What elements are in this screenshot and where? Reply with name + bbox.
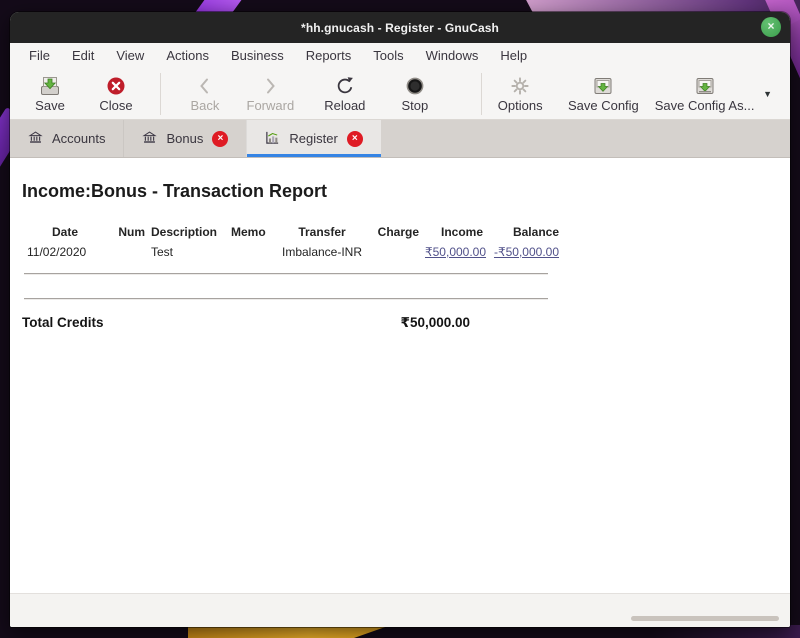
menu-tools[interactable]: Tools xyxy=(362,45,414,66)
close-report-button[interactable]: Close xyxy=(88,75,144,113)
save-button[interactable]: Save xyxy=(22,75,78,113)
tab-accounts-label: Accounts xyxy=(52,131,105,146)
menu-edit[interactable]: Edit xyxy=(61,45,105,66)
toolbar: Save Close Back xyxy=(10,68,790,120)
reload-label: Reload xyxy=(324,98,365,113)
toolbar-overflow-arrow-icon[interactable]: ▼ xyxy=(757,89,778,99)
back-icon xyxy=(194,75,216,97)
options-label: Options xyxy=(498,98,543,113)
cell-transfer: Imbalance-INR xyxy=(274,241,370,261)
toolbar-separator xyxy=(160,73,161,115)
tab-bonus[interactable]: Bonus × xyxy=(123,120,246,157)
options-button[interactable]: Options xyxy=(492,75,549,113)
menu-help[interactable]: Help xyxy=(489,45,538,66)
save-config-as-label: Save Config As... xyxy=(655,98,755,113)
income-amount-link[interactable]: ₹50,000.00 xyxy=(425,245,486,259)
tab-register-label: Register xyxy=(289,131,337,146)
tab-bonus-close-button[interactable]: × xyxy=(212,131,228,147)
forward-icon xyxy=(259,75,281,97)
save-config-button[interactable]: Save Config xyxy=(561,75,646,113)
col-transfer: Transfer xyxy=(274,223,370,241)
tab-bar: Accounts Bonus × xyxy=(10,120,790,158)
col-balance: Balance xyxy=(486,223,562,241)
table-row: 11/02/2020 Test Imbalance-INR ₹50,000.00… xyxy=(24,241,562,261)
menu-reports[interactable]: Reports xyxy=(295,45,363,66)
menubar: File Edit View Actions Business Reports … xyxy=(10,43,790,68)
chart-icon xyxy=(265,130,280,148)
report-title: Income:Bonus - Transaction Report xyxy=(22,181,790,202)
close-icon xyxy=(105,75,127,97)
transaction-table: Date Num Description Memo Transfer Charg… xyxy=(24,223,562,261)
table-header-row: Date Num Description Memo Transfer Charg… xyxy=(24,223,562,241)
menu-actions[interactable]: Actions xyxy=(155,45,220,66)
cell-num xyxy=(106,241,148,261)
close-label: Close xyxy=(99,98,132,113)
col-description: Description xyxy=(148,223,228,241)
bank-icon xyxy=(28,130,43,148)
save-label: Save xyxy=(35,98,65,113)
horizontal-scrollbar-thumb[interactable] xyxy=(631,616,779,621)
report-view: Income:Bonus - Transaction Report Date N… xyxy=(10,158,790,593)
save-config-label: Save Config xyxy=(568,98,639,113)
tab-bonus-label: Bonus xyxy=(166,131,203,146)
cell-charge xyxy=(370,241,422,261)
forward-button[interactable]: Forward xyxy=(242,75,299,113)
tab-register[interactable]: Register × xyxy=(246,120,380,157)
gear-icon xyxy=(510,75,530,97)
menu-windows[interactable]: Windows xyxy=(415,45,490,66)
menu-business[interactable]: Business xyxy=(220,45,295,66)
balance-amount-link[interactable]: -₹50,000.00 xyxy=(494,245,559,259)
save-config-as-button[interactable]: Save Config As... xyxy=(652,75,757,113)
back-button[interactable]: Back xyxy=(177,75,233,113)
save-config-icon xyxy=(592,75,614,97)
cell-memo xyxy=(228,241,274,261)
bank-icon xyxy=(142,130,157,148)
save-icon xyxy=(39,75,61,97)
col-date: Date xyxy=(24,223,106,241)
titlebar[interactable]: *hh.gnucash - Register - GnuCash × xyxy=(10,12,790,43)
col-charge: Charge xyxy=(370,223,422,241)
window-close-button[interactable]: × xyxy=(761,17,781,37)
reload-icon xyxy=(334,75,356,97)
toolbar-separator xyxy=(481,73,482,115)
bottom-scrollbar-area xyxy=(10,593,790,627)
stop-icon xyxy=(404,75,426,97)
wallpaper-shape xyxy=(188,626,388,638)
cell-description: Test xyxy=(148,241,228,261)
total-credits-value: ₹50,000.00 xyxy=(401,315,470,331)
tab-register-close-button[interactable]: × xyxy=(347,131,363,147)
window-title: *hh.gnucash - Register - GnuCash xyxy=(301,21,499,35)
forward-label: Forward xyxy=(247,98,295,113)
back-label: Back xyxy=(190,98,219,113)
cell-date: 11/02/2020 xyxy=(24,241,106,261)
table-divider xyxy=(24,273,548,275)
reload-button[interactable]: Reload xyxy=(317,75,373,113)
col-income: Income xyxy=(422,223,486,241)
stop-label: Stop xyxy=(401,98,428,113)
tab-accounts[interactable]: Accounts xyxy=(10,120,123,157)
col-memo: Memo xyxy=(228,223,274,241)
menu-view[interactable]: View xyxy=(105,45,155,66)
save-config-as-icon xyxy=(694,75,716,97)
gnucash-window: *hh.gnucash - Register - GnuCash × File … xyxy=(10,12,790,627)
menu-file[interactable]: File xyxy=(18,45,61,66)
total-credits-label: Total Credits xyxy=(22,315,104,331)
stop-button[interactable]: Stop xyxy=(387,75,443,113)
total-credits-row: Total Credits ₹50,000.00 xyxy=(22,315,470,331)
col-num: Num xyxy=(106,223,148,241)
table-divider xyxy=(24,298,548,300)
